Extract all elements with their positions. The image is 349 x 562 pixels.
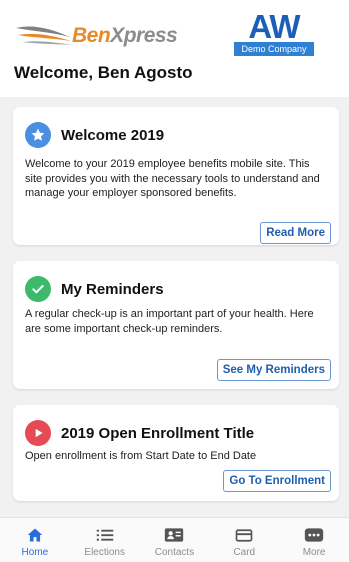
card-title: 2019 Open Enrollment Title — [61, 424, 255, 442]
checkmark-icon — [25, 276, 51, 302]
home-icon — [26, 526, 44, 544]
company-logo: AW Demo Company — [234, 8, 314, 56]
tab-more[interactable]: More — [279, 518, 349, 562]
more-icon — [304, 526, 324, 544]
card-title: My Reminders — [61, 280, 164, 298]
card-header: Welcome 2019 — [25, 121, 164, 149]
card-header: 2019 Open Enrollment Title — [25, 419, 254, 447]
content-area[interactable]: Welcome 2019 Welcome to your 2019 employ… — [0, 97, 349, 517]
card-body: Welcome to your 2019 employee benefits m… — [25, 158, 320, 199]
card-header: My Reminders — [25, 275, 164, 303]
tab-label: Home — [21, 547, 49, 558]
company-logo-letters: AW — [248, 8, 300, 45]
company-logo-tag: Demo Company — [234, 42, 314, 56]
card-body: Open enrollment is from Start Date to En… — [25, 450, 257, 462]
see-my-reminders-button[interactable]: See My Reminders — [216, 359, 331, 381]
tab-card[interactable]: Card — [209, 518, 279, 562]
star-icon — [25, 122, 51, 148]
benxpress-logo: BenXpress — [14, 18, 178, 58]
open-enrollment-card: 2019 Open Enrollment Title Open enrollme… — [13, 405, 339, 501]
bottom-tab-bar: Home Elections Contacts Card More — [0, 517, 349, 562]
tab-elections[interactable]: Elections — [70, 518, 140, 562]
tab-label: More — [302, 547, 326, 558]
tab-label: Elections — [84, 547, 125, 558]
tab-home[interactable]: Home — [0, 518, 70, 562]
welcome-card: Welcome 2019 Welcome to your 2019 employ… — [13, 107, 339, 245]
contact-card-icon — [164, 526, 184, 544]
list-icon — [96, 526, 114, 544]
read-more-button[interactable]: Read More — [260, 222, 331, 244]
page-title: Welcome, Ben Agosto — [14, 63, 193, 82]
card-title: Welcome 2019 — [61, 126, 165, 144]
play-icon — [25, 420, 51, 446]
go-to-enrollment-button[interactable]: Go To Enrollment — [223, 470, 331, 492]
reminders-card: My Reminders A regular check-up is an im… — [13, 261, 339, 389]
tab-contacts[interactable]: Contacts — [140, 518, 210, 562]
brand-name: BenXpress — [72, 24, 178, 47]
tab-label: Contacts — [154, 547, 195, 558]
app-header: BenXpress AW Demo Company Welcome, Ben A… — [0, 0, 349, 97]
card-icon — [235, 526, 253, 544]
card-body: A regular check-up is an important part … — [25, 308, 314, 335]
swoosh-icon — [16, 26, 72, 45]
tab-label: Card — [233, 547, 256, 558]
